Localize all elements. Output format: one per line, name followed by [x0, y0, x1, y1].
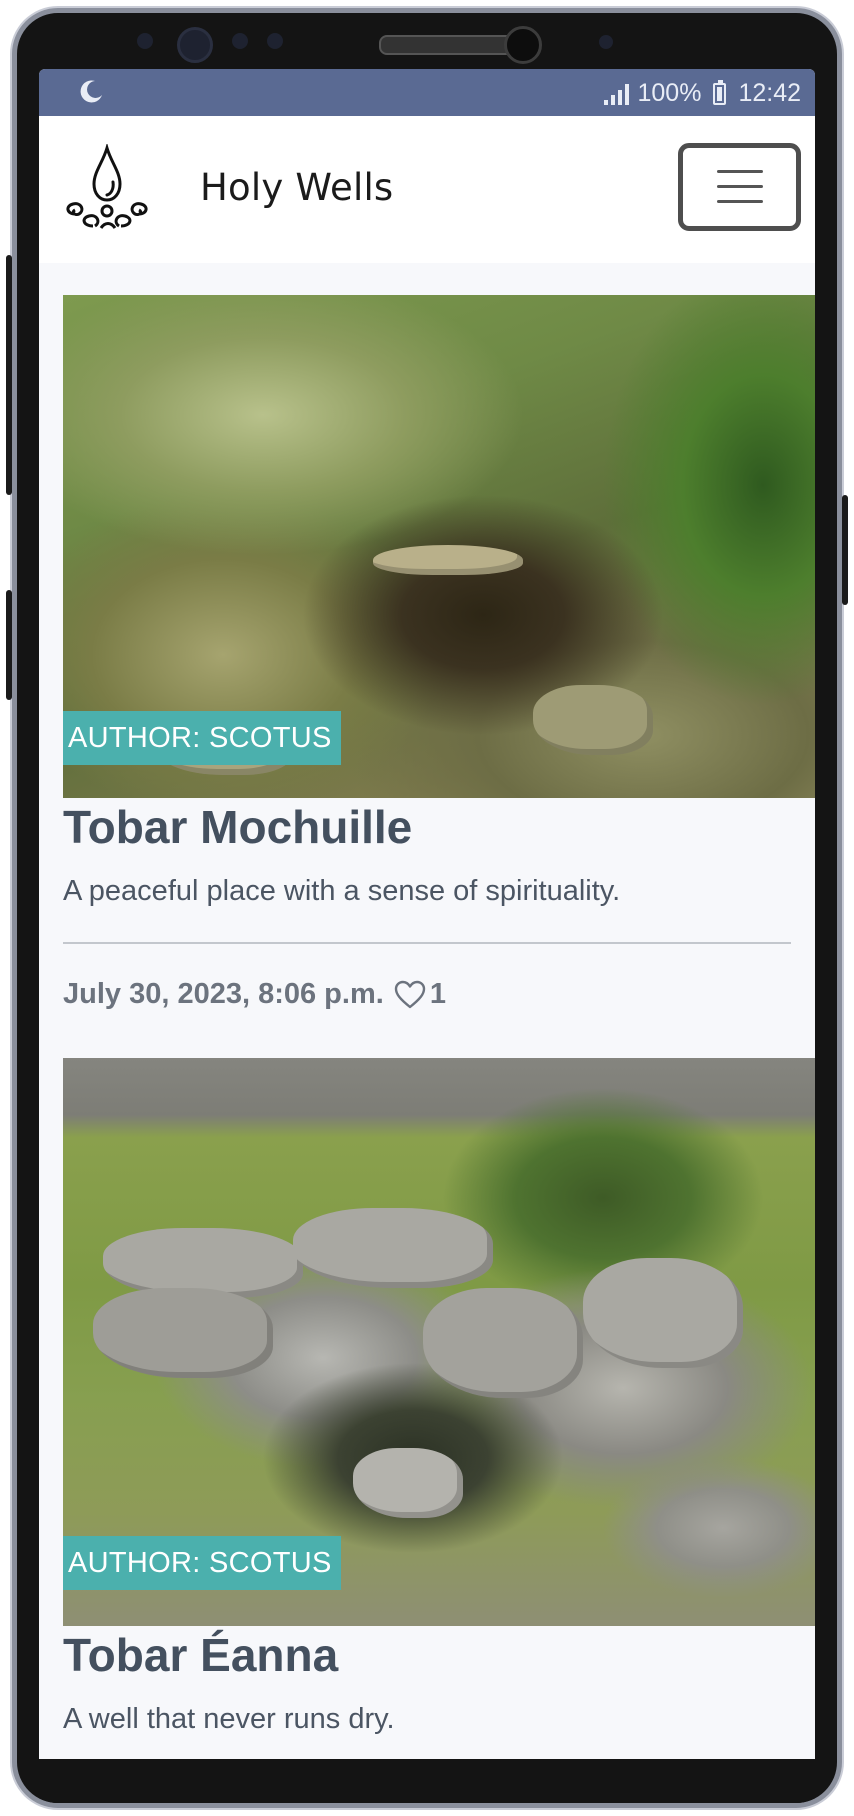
post-title[interactable]: Tobar Éanna	[63, 1628, 791, 1683]
front-sensor	[137, 33, 153, 49]
post-meta: July 30, 2023, 8:06 p.m. 1	[63, 978, 791, 1011]
signal-icon	[604, 83, 630, 105]
heart-icon[interactable]	[394, 980, 426, 1010]
iris-camera	[504, 26, 542, 64]
post-title[interactable]: Tobar Mochuille	[63, 800, 791, 855]
light-sensor	[267, 33, 283, 49]
author-badge: AUTHOR: SCOTUS	[63, 711, 341, 765]
post-card[interactable]: AUTHOR: SCOTUS Tobar Mochuille A peacefu…	[63, 295, 815, 1011]
holy-well-logo[interactable]	[61, 144, 157, 236]
sensor-dot	[599, 35, 613, 49]
battery-icon	[713, 79, 727, 105]
post-image[interactable]: AUTHOR: SCOTUS	[63, 295, 815, 798]
battery-percent: 100%	[637, 79, 702, 107]
navbar: Holy Wells	[39, 116, 815, 263]
power-button	[842, 495, 848, 605]
brand-title[interactable]: Holy Wells	[200, 166, 393, 209]
speaker-grille	[379, 35, 523, 55]
divider	[63, 942, 791, 945]
bottom-bezel	[39, 1759, 815, 1803]
phone-frame: 100% 12:42 Holy Wells AUTHOR: SCOTUS Tob…	[12, 8, 842, 1808]
proximity-sensor	[232, 33, 248, 49]
bixby-button	[6, 255, 12, 495]
hamburger-icon	[717, 170, 763, 173]
post-card[interactable]: AUTHOR: SCOTUS Tobar Éanna A well that n…	[63, 1058, 815, 1736]
post-image[interactable]: AUTHOR: SCOTUS	[63, 1058, 815, 1627]
post-list: AUTHOR: SCOTUS Tobar Mochuille A peacefu…	[39, 263, 815, 1736]
post-excerpt: A well that never runs dry.	[63, 1703, 395, 1736]
like-count: 1	[429, 978, 446, 1011]
post-excerpt: A peaceful place with a sense of spiritu…	[63, 875, 621, 908]
screen: 100% 12:42 Holy Wells AUTHOR: SCOTUS Tob…	[39, 69, 815, 1769]
status-bar: 100% 12:42	[39, 69, 815, 116]
menu-toggle-button[interactable]	[678, 143, 801, 231]
author-badge: AUTHOR: SCOTUS	[63, 1536, 341, 1591]
volume-button	[6, 590, 12, 700]
do-not-disturb-icon	[80, 80, 102, 103]
front-camera	[177, 27, 213, 63]
clock: 12:42	[738, 79, 801, 107]
post-date: July 30, 2023, 8:06 p.m.	[63, 978, 384, 1011]
